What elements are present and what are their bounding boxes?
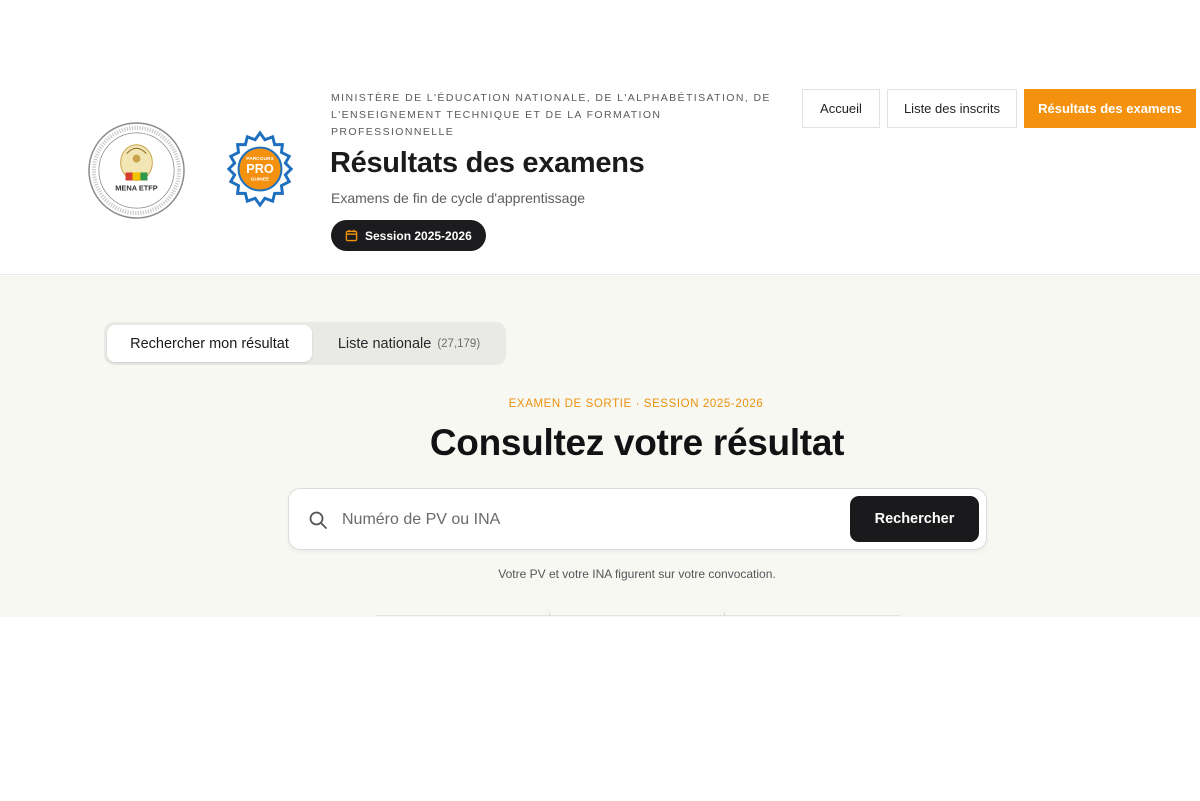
session-badge-label: Session 2025-2026 [365,228,472,243]
results-tabs: Rechercher mon résultat Liste nationale … [104,322,506,365]
pv-ina-search-input[interactable] [342,503,832,537]
search-hint: Votre PV et votre INA figurent sur votre… [498,567,776,581]
nav-registered-list-button[interactable]: Liste des inscrits [887,89,1017,128]
stats-divider-tick [549,612,550,616]
exam-session-label: EXAMEN DE SORTIE · SESSION 2025-2026 [508,398,764,410]
tab-search-result-label: Rechercher mon résultat [130,335,289,352]
tab-search-result[interactable]: Rechercher mon résultat [107,325,312,362]
stats-divider [376,615,900,616]
search-bar: Rechercher [288,488,987,550]
pro-logo-bottom-text: GUINEE [251,177,270,183]
nav-home-button[interactable]: Accueil [802,89,880,128]
parcours-pro-guinee-logo: PARCOURS PRO GUINEE [226,130,294,208]
ministry-name: MINISTÈRE DE L'ÉDUCATION NATIONALE, DE L… [331,92,771,138]
site-header: MENA ETFP PARCOURS PRO GUINEE MINISTÈRE … [0,0,1200,275]
session-badge: Session 2025-2026 [331,220,486,251]
search-button[interactable]: Rechercher [850,496,979,542]
mena-logo-text: MENA ETFP [115,183,158,192]
page-subtitle: Examens de fin de cycle d'apprentissage [331,190,586,206]
pro-logo-main-text: PRO [246,162,274,176]
stats-divider-tick [724,612,725,616]
nav-exam-results-button[interactable]: Résultats des examens [1024,89,1196,128]
results-search-section: Rechercher mon résultat Liste nationale … [0,276,1200,617]
search-headline: Consultez votre résultat [429,422,845,463]
mena-etfp-logo: MENA ETFP [88,122,185,219]
search-icon [309,511,327,529]
national-list-count: (27,179) [437,337,481,350]
page-title: Résultats des examens [330,147,645,179]
tab-national-list[interactable]: Liste nationale (27,179) [315,325,503,362]
calendar-icon [345,229,358,242]
tab-national-list-label: Liste nationale [337,335,432,352]
